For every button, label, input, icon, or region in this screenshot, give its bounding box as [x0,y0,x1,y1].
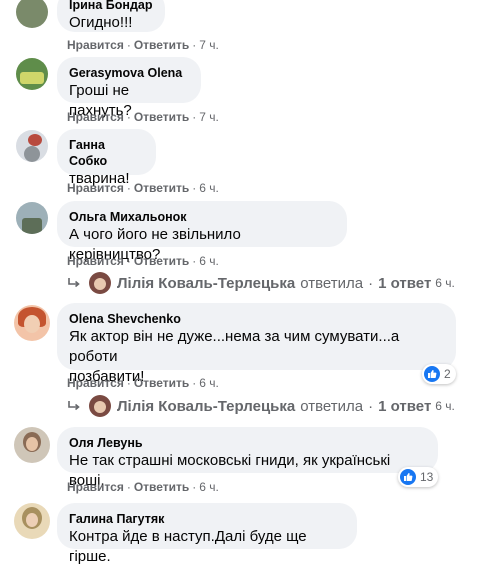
view-replies-link[interactable]: Лілія Коваль-Терлецька ответила · 1 отве… [67,395,455,417]
reply-arrow-icon [67,400,83,412]
like-button[interactable]: Нравится [67,110,124,124]
reply-button[interactable]: Ответить [134,38,189,52]
like-icon [424,366,440,382]
comment-author[interactable]: Оля Левунь [69,435,426,451]
comment-actions: Нравится · Ответить · 7 ч. [67,110,219,124]
comment-bubble: Ганна Собко тварина! [57,129,156,187]
comment-actions: Нравится · Ответить · 7 ч. [67,38,219,52]
reply-button[interactable]: Ответить [134,110,189,124]
reply-button[interactable]: Ответить [134,254,189,268]
comment-time[interactable]: 6 ч. [199,181,219,195]
comment-bubble: Ірина Бондар Огидно!!! [57,0,165,32]
comment-time[interactable]: 7 ч. [199,38,219,52]
comment-author[interactable]: Ірина Бондар [69,0,153,13]
avatar[interactable] [14,427,50,463]
comment-author[interactable]: Ольга Михальонок [69,209,335,225]
comment-text: Контра йде в наступ.Далі буде ще гірше. [69,528,307,565]
reply-verb: ответила [300,397,364,415]
avatar[interactable] [16,58,48,90]
reply-button[interactable]: Ответить [134,181,189,195]
comment-time[interactable]: 6 ч. [199,376,219,390]
comment-time[interactable]: 6 ч. [199,480,219,494]
comment-actions: Нравится · Ответить · 6 ч. [67,480,219,494]
comment-actions: Нравится · Ответить · 6 ч. [67,254,219,268]
avatar[interactable] [14,503,50,539]
reply-time: 6 ч. [435,276,455,290]
reply-author[interactable]: Лілія Коваль-Терлецька [117,398,295,415]
comment-bubble: Галина Пагутяк Контра йде в наступ.Далі … [57,503,357,565]
reply-author[interactable]: Лілія Коваль-Терлецька [117,275,295,292]
reply-time: 6 ч. [435,399,455,413]
reply-count: 1 ответ [378,274,432,292]
view-replies-link[interactable]: Лілія Коваль-Терлецька ответила · 1 отве… [67,272,455,294]
avatar [89,272,111,294]
avatar[interactable] [16,0,48,28]
comment-actions: Нравится · Ответить · 6 ч. [67,181,219,195]
comment-bubble: Оля Левунь Не так страшні московські гни… [57,427,438,489]
comment-author[interactable]: Olena Shevchenko [69,311,444,327]
reply-button[interactable]: Ответить [134,480,189,494]
like-button[interactable]: Нравится [67,480,124,494]
avatar [89,395,111,417]
comment-author[interactable]: Галина Пагутяк [69,511,345,527]
like-icon [400,469,416,485]
like-button[interactable]: Нравится [67,38,124,52]
comment-author[interactable]: Ганна Собко [69,137,144,169]
comment-bubble: Ольга Михальонок А чого його не звільнил… [57,201,347,263]
like-button[interactable]: Нравится [67,254,124,268]
like-button[interactable]: Нравится [67,181,124,195]
avatar[interactable] [16,202,48,234]
comment-time[interactable]: 7 ч. [199,110,219,124]
avatar[interactable] [14,305,50,341]
reaction-count[interactable]: 2 [422,364,456,384]
comment-text: Як актор він не дуже...нема за чим сумув… [69,328,400,365]
comment-bubble: Gerasymova Olena Гроші не пахнуть? [57,57,201,119]
reply-button[interactable]: Ответить [134,376,189,390]
reply-arrow-icon [67,277,83,289]
comment-time[interactable]: 6 ч. [199,254,219,268]
comment-bubble: Olena Shevchenko Як актор він не дуже...… [57,303,456,385]
reply-verb: ответила [300,274,364,292]
reaction-count[interactable]: 13 [398,467,439,487]
comment-actions: Нравится · Ответить · 6 ч. [67,376,219,390]
reply-count: 1 ответ [378,397,432,415]
comment-text: Огидно!!! [69,14,133,31]
like-button[interactable]: Нравится [67,376,124,390]
comment-author[interactable]: Gerasymova Olena [69,65,189,81]
avatar[interactable] [16,130,48,162]
